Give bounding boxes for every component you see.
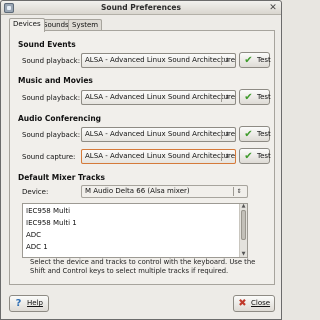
devices-panel: Sound Events Sound playback: ALSA - Adva… bbox=[9, 30, 275, 285]
tab-devices[interactable]: Devices bbox=[9, 18, 45, 32]
chevron-down-icon: ⇕ bbox=[224, 153, 230, 160]
close-icon: ✖ bbox=[238, 298, 247, 309]
mixer-help-text: Select the device and tracks to control … bbox=[30, 258, 256, 275]
section-title-audio-conferencing: Audio Conferencing bbox=[18, 114, 102, 123]
audio-conf-capture-test-button[interactable]: ✔ Test bbox=[239, 148, 271, 164]
section-title-mixer-tracks: Default Mixer Tracks bbox=[18, 173, 105, 182]
list-item[interactable]: IEC958 Multi 1 bbox=[26, 219, 77, 227]
window-title: Sound Preferences bbox=[101, 3, 181, 12]
music-movies-playback-value: ALSA - Advanced Linux Sound Architecture bbox=[85, 93, 236, 101]
audio-conf-playback-combo[interactable]: ALSA - Advanced Linux Sound Architecture… bbox=[81, 127, 236, 142]
check-icon: ✔ bbox=[244, 92, 253, 103]
sound-events-playback-value: ALSA - Advanced Linux Sound Architecture bbox=[85, 56, 236, 64]
music-movies-test-button[interactable]: ✔ Test bbox=[239, 89, 271, 105]
list-scrollbar[interactable]: ▲ ▼ bbox=[239, 204, 247, 257]
list-item[interactable]: ADC 1 bbox=[26, 243, 48, 251]
sound-events-test-button[interactable]: ✔ Test bbox=[239, 52, 271, 68]
list-item[interactable]: ADC bbox=[26, 231, 41, 239]
section-title-sound-events: Sound Events bbox=[18, 40, 76, 49]
list-item[interactable]: IEC958 Multi bbox=[26, 207, 70, 215]
scroll-down-icon[interactable]: ▼ bbox=[240, 252, 247, 257]
scroll-up-icon[interactable]: ▲ bbox=[240, 204, 247, 209]
chevron-down-icon: ⇕ bbox=[224, 131, 230, 138]
mixer-device-combo[interactable]: M Audio Delta 66 (Alsa mixer) ⇕ bbox=[81, 185, 248, 198]
sound-preferences-window: Sound Preferences ✕ Devices Sounds Syste… bbox=[0, 0, 282, 320]
mixer-device-value: M Audio Delta 66 (Alsa mixer) bbox=[85, 187, 190, 195]
help-button[interactable]: ? Help bbox=[9, 295, 49, 312]
audio-conf-capture-label: Sound capture: bbox=[22, 153, 76, 161]
check-icon: ✔ bbox=[244, 129, 253, 140]
window-close-icon[interactable]: ✕ bbox=[268, 3, 278, 13]
audio-conf-capture-combo[interactable]: ALSA - Advanced Linux Sound Architecture… bbox=[81, 149, 236, 164]
chevron-down-icon: ⇕ bbox=[224, 94, 230, 101]
audio-conf-playback-test-button[interactable]: ✔ Test bbox=[239, 126, 271, 142]
audio-conf-playback-value: ALSA - Advanced Linux Sound Architecture bbox=[85, 130, 236, 138]
mixer-device-label: Device: bbox=[22, 188, 49, 196]
audio-conf-playback-label: Sound playback: bbox=[22, 131, 81, 139]
help-icon: ? bbox=[15, 298, 22, 309]
close-button[interactable]: ✖ Close bbox=[233, 295, 275, 312]
sound-events-playback-combo[interactable]: ALSA - Advanced Linux Sound Architecture… bbox=[81, 53, 236, 68]
music-movies-playback-label: Sound playback: bbox=[22, 94, 81, 102]
titlebar: Sound Preferences ✕ bbox=[1, 1, 281, 15]
scroll-thumb[interactable] bbox=[241, 210, 246, 240]
section-title-music-movies: Music and Movies bbox=[18, 76, 93, 85]
check-icon: ✔ bbox=[244, 151, 253, 162]
audio-conf-capture-value: ALSA - Advanced Linux Sound Architecture bbox=[85, 152, 236, 160]
music-movies-playback-combo[interactable]: ALSA - Advanced Linux Sound Architecture… bbox=[81, 90, 236, 105]
chevron-down-icon: ⇕ bbox=[236, 188, 242, 195]
check-icon: ✔ bbox=[244, 55, 253, 66]
sound-events-playback-label: Sound playback: bbox=[22, 57, 81, 65]
chevron-down-icon: ⇕ bbox=[224, 57, 230, 64]
mixer-tracks-list[interactable]: IEC958 Multi IEC958 Multi 1 ADC ADC 1 ▲ … bbox=[22, 203, 248, 258]
